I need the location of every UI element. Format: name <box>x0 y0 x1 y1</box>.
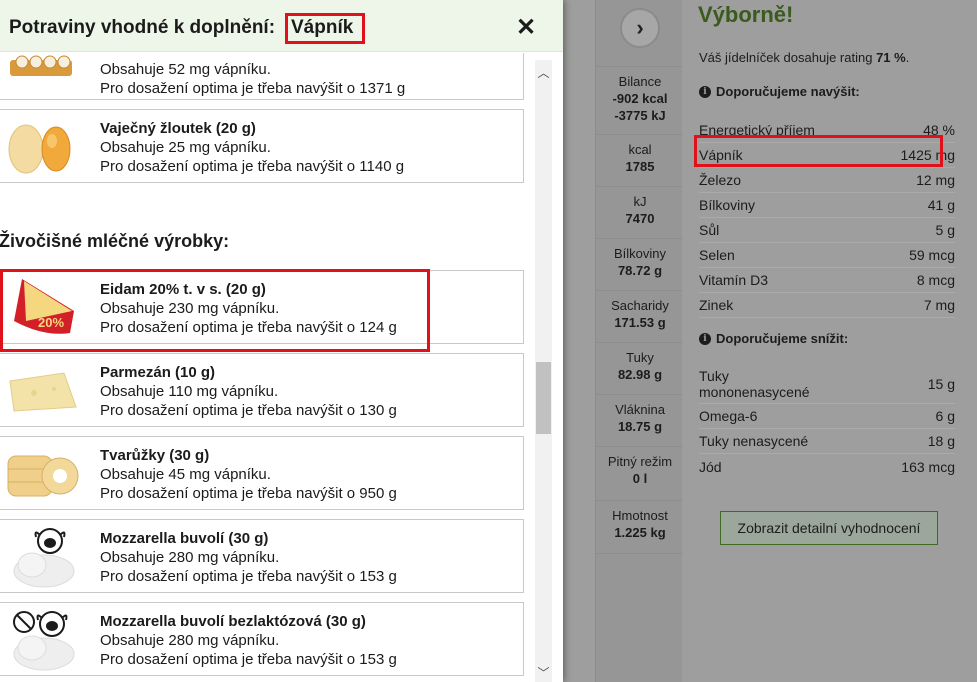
food-card[interactable]: Mozzarella buvolí (30 g) Obsahuje 280 mg… <box>0 519 524 593</box>
food-name: Tvarůžky (30 g) <box>100 447 210 464</box>
modal-title: Potraviny vhodné k doplnění: <box>9 17 276 38</box>
increase-row: Železo 12 mg <box>699 168 955 193</box>
scroll-down-icon[interactable]: ﹀ <box>535 664 552 681</box>
chevron-right-icon: › <box>636 15 644 40</box>
food-needed: Pro dosažení optima je třeba navýšit o 1… <box>100 568 397 585</box>
decrease-row: Tuky mononenasycené 15 g <box>699 364 955 404</box>
stat-kj: kJ 7470 <box>596 186 684 234</box>
stat-fiber: Vláknina 18.75 g <box>596 394 684 442</box>
increase-row: Bílkoviny 41 g <box>699 193 955 218</box>
info-icon: i <box>699 85 711 98</box>
food-name: Parmezán (10 g) <box>100 364 216 381</box>
egg-yolk-icon <box>4 115 80 179</box>
decrease-heading: i Doporučujeme snížit: <box>699 331 848 346</box>
food-card[interactable]: Obsahuje 52 mg vápníku. Pro dosažení opt… <box>0 53 524 100</box>
mozzarella-lactose-free-icon <box>4 608 80 672</box>
tvaruzky-icon <box>4 442 80 506</box>
rating-text: Váš jídelníček dosahuje rating 71 %. <box>699 50 910 65</box>
food-name: Mozzarella buvolí bezlaktózová (30 g) <box>100 613 366 630</box>
food-needed: Pro dosažení optima je třeba navýšit o 1… <box>100 80 406 97</box>
food-calcium: Obsahuje 52 mg vápníku. <box>100 61 271 78</box>
crackers-icon <box>4 53 80 82</box>
food-needed: Pro dosažení optima je třeba navýšit o 1… <box>100 402 397 419</box>
increase-row: Selen 59 mcg <box>699 243 955 268</box>
stat-bilance: Bilance -902 kcal -3775 kJ <box>596 66 684 130</box>
evaluation-title: Výborně! <box>698 2 794 27</box>
next-arrow-button[interactable]: › <box>620 8 660 48</box>
stat-kcal: kcal 1785 <box>596 134 684 182</box>
increase-row: Zinek 7 mg <box>699 293 955 318</box>
highlight-eidam-card <box>0 269 430 352</box>
stat-drinking: Pitný režim 0 l <box>596 446 684 494</box>
food-name: Vaječný žloutek (20 g) <box>100 120 256 137</box>
highlight-calcium-row <box>694 135 943 167</box>
increase-heading: i Doporučujeme navýšit: <box>699 84 860 99</box>
modal-header: Potraviny vhodné k doplnění: Vápník ✕ <box>0 0 563 52</box>
close-icon[interactable]: ✕ <box>516 13 536 42</box>
evaluation-panel: Výborně! Váš jídelníček dosahuje rating … <box>682 0 977 682</box>
food-calcium: Obsahuje 280 mg vápníku. <box>100 549 280 566</box>
stat-fat: Tuky 82.98 g <box>596 342 684 390</box>
food-needed: Pro dosažení optima je třeba navýšit o 1… <box>100 651 397 668</box>
stat-protein: Bílkoviny 78.72 g <box>596 238 684 286</box>
food-calcium: Obsahuje 280 mg vápníku. <box>100 632 280 649</box>
decrease-row: Omega-6 6 g <box>699 404 955 429</box>
mozzarella-buffalo-icon <box>4 525 80 589</box>
scroll-up-icon[interactable]: ︿ <box>535 64 552 81</box>
parmesan-icon <box>4 359 80 423</box>
food-card[interactable]: Tvarůžky (30 g) Obsahuje 45 mg vápníku. … <box>0 436 524 510</box>
info-icon: i <box>699 332 711 345</box>
food-suggestions-modal: Potraviny vhodné k doplnění: Vápník ✕ Ob… <box>0 0 563 682</box>
detail-evaluation-button[interactable]: Zobrazit detailní vyhodnocení <box>720 511 938 545</box>
food-calcium: Obsahuje 25 mg vápníku. <box>100 139 271 156</box>
food-needed: Pro dosažení optima je třeba navýšit o 9… <box>100 485 397 502</box>
food-calcium: Obsahuje 45 mg vápníku. <box>100 466 271 483</box>
rating-value: 71 % <box>876 50 906 65</box>
food-card[interactable]: Mozzarella buvolí bezlaktózová (30 g) Ob… <box>0 602 524 676</box>
scrollbar-thumb[interactable] <box>536 362 551 434</box>
increase-row: Sůl 5 g <box>699 218 955 243</box>
food-name: Mozzarella buvolí (30 g) <box>100 530 269 547</box>
decrease-row: Jód 163 mcg <box>699 458 955 475</box>
stat-weight: Hmotnost 1.225 kg <box>596 500 684 554</box>
food-calcium: Obsahuje 110 mg vápníku. <box>100 383 279 400</box>
food-list: Obsahuje 52 mg vápníku. Pro dosažení opt… <box>0 53 535 682</box>
modal-nutrient: Vápník <box>291 17 354 38</box>
background-app: › Bilance -902 kcal -3775 kJ kcal 1785 k… <box>563 0 977 682</box>
food-card[interactable]: Vaječný žloutek (20 g) Obsahuje 25 mg vá… <box>0 109 524 183</box>
increase-row: Vitamín D3 8 mcg <box>699 268 955 293</box>
scrollbar[interactable]: ︿ ﹀ <box>535 60 552 682</box>
food-needed: Pro dosažení optima je třeba navýšit o 1… <box>100 158 405 175</box>
stat-carbs: Sacharidy 171.53 g <box>596 290 684 338</box>
category-heading: Živočišné mléčné výrobky: <box>0 231 230 251</box>
stats-column: › Bilance -902 kcal -3775 kJ kcal 1785 k… <box>595 0 684 682</box>
decrease-row: Tuky nenasycené 18 g <box>699 429 955 454</box>
food-card[interactable]: Parmezán (10 g) Obsahuje 110 mg vápníku.… <box>0 353 524 427</box>
